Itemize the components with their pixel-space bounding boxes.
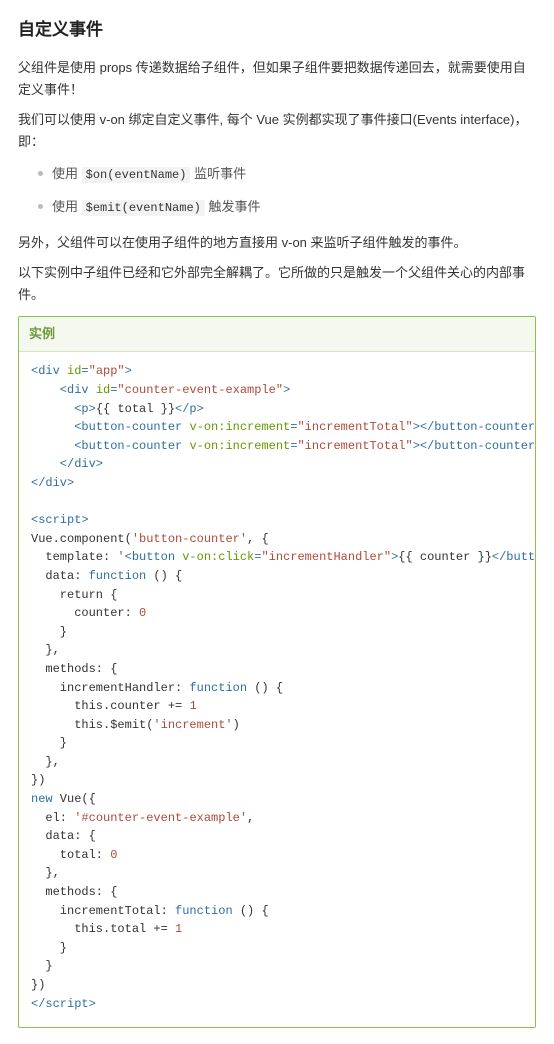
intro-paragraph-4: 以下实例中子组件已经和它外部完全解耦了。它所做的只是触发一个父组件关心的内部事件…: [18, 262, 536, 306]
list-text: 触发事件: [205, 199, 261, 214]
code-block: <div id="app"> <div id="counter-event-ex…: [19, 352, 535, 1027]
section-heading: 自定义事件: [18, 16, 536, 45]
intro-paragraph-1: 父组件是使用 props 传递数据给子组件，但如果子组件要把数据传递回去，就需要…: [18, 57, 536, 101]
list-text: 使用: [52, 199, 82, 214]
intro-paragraph-2: 我们可以使用 v-on 绑定自定义事件, 每个 Vue 实例都实现了事件接口(E…: [18, 109, 536, 153]
intro-paragraph-3: 另外，父组件可以在使用子组件的地方直接用 v-on 来监听子组件触发的事件。: [18, 232, 536, 254]
inline-code: $on(eventName): [82, 167, 191, 183]
event-methods-list: 使用 $on(eventName) 监听事件 使用 $emit(eventNam…: [18, 163, 536, 218]
list-item: 使用 $emit(eventName) 触发事件: [38, 196, 536, 218]
example-box: 实例 <div id="app"> <div id="counter-event…: [18, 316, 536, 1028]
list-item: 使用 $on(eventName) 监听事件: [38, 163, 536, 185]
list-text: 监听事件: [190, 166, 246, 181]
example-header: 实例: [19, 317, 535, 352]
inline-code: $emit(eventName): [82, 200, 205, 216]
list-text: 使用: [52, 166, 82, 181]
